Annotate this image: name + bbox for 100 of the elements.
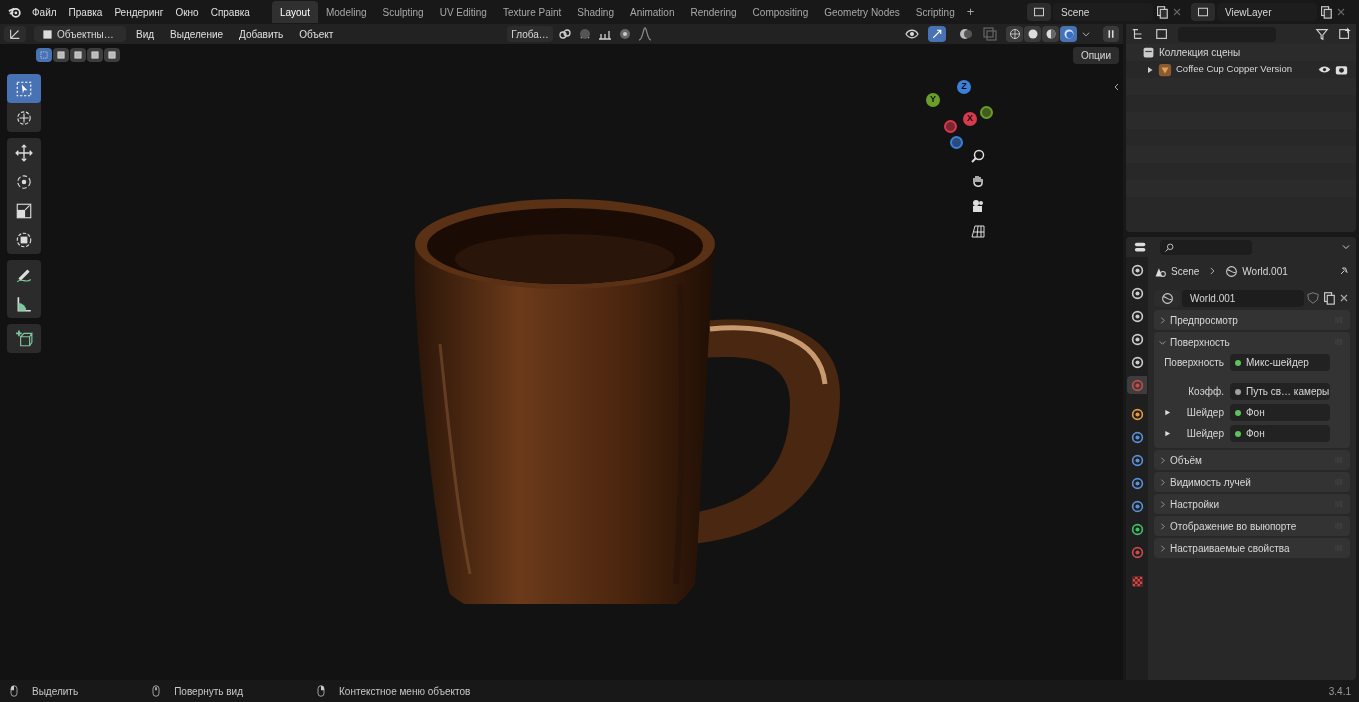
- view-layer-selector[interactable]: [1191, 3, 1215, 21]
- mode-dropdown[interactable]: Объектны…: [34, 26, 126, 42]
- texture-icon: [1130, 574, 1144, 588]
- world-name-field[interactable]: World.001: [1182, 289, 1304, 307]
- globe-icon: [1160, 291, 1174, 305]
- shader-socket-field[interactable]: Микс-шейдер: [1230, 354, 1330, 371]
- camera-icon[interactable]: [970, 198, 986, 214]
- close-icon[interactable]: [1338, 292, 1350, 304]
- header-menu-item[interactable]: Объект: [293, 26, 340, 42]
- gizmo-toggle-button[interactable]: [928, 26, 946, 42]
- filter-mode-icon[interactable]: [1154, 27, 1170, 41]
- scale-icon: [15, 201, 33, 220]
- header-menu-item[interactable]: Вид: [130, 26, 161, 42]
- axis-negative-handle[interactable]: [944, 120, 957, 133]
- header-menu-item[interactable]: Добавить: [233, 26, 290, 42]
- pivot-icon[interactable]: [556, 26, 573, 42]
- search-field[interactable]: [1160, 239, 1252, 255]
- outliner-item[interactable]: Coffee Cup Copper Version: [1176, 62, 1314, 77]
- expand-triangle-icon[interactable]: [1164, 409, 1171, 416]
- workspace-tab[interactable]: UV Editing: [431, 1, 495, 23]
- world-browse-button[interactable]: [1154, 289, 1180, 307]
- menu-item[interactable]: Правка: [62, 2, 109, 22]
- select-mode-button[interactable]: [53, 48, 69, 62]
- pause-icon: [1106, 29, 1116, 39]
- blender-logo-icon[interactable]: [8, 5, 22, 19]
- new-collection-icon[interactable]: [1338, 27, 1352, 41]
- scene-selector[interactable]: [1027, 3, 1051, 21]
- world-tab[interactable]: [1127, 376, 1147, 394]
- pause-button[interactable]: [1103, 26, 1119, 42]
- pin-icon[interactable]: [1338, 265, 1350, 277]
- select-icon: [15, 79, 33, 98]
- header-menu-item[interactable]: Выделение: [164, 26, 230, 42]
- mouse-icon: [150, 685, 163, 697]
- chevron-icon[interactable]: [1158, 315, 1167, 325]
- workspace-tab[interactable]: Compositing: [744, 1, 817, 23]
- select-mode-button[interactable]: [87, 48, 103, 62]
- select-mode-button[interactable]: [104, 48, 120, 62]
- menu-item[interactable]: Окно: [169, 2, 205, 22]
- orientation-dropdown[interactable]: Глоба…: [507, 26, 553, 42]
- shader-socket-field[interactable]: Путь св… камеры: [1230, 383, 1330, 400]
- axis-negative-handle[interactable]: [950, 136, 963, 149]
- overlay-icon[interactable]: [958, 26, 974, 42]
- shading-mode-button[interactable]: [1006, 26, 1023, 42]
- workspace-tab[interactable]: Texture Paint: [494, 1, 570, 23]
- select-mode-button[interactable]: [36, 48, 52, 62]
- axis-z-handle[interactable]: Z: [957, 80, 971, 94]
- close-icon[interactable]: [1335, 6, 1347, 18]
- zoom-icon[interactable]: [970, 148, 986, 164]
- copy-icon[interactable]: [1322, 291, 1336, 305]
- shader-socket-field[interactable]: Фон: [1230, 404, 1330, 421]
- panel-header[interactable]: Поверхность: [1170, 334, 1329, 350]
- axis-y-handle[interactable]: Y: [926, 93, 940, 107]
- close-icon[interactable]: [1171, 6, 1183, 18]
- eye-icon[interactable]: [1318, 63, 1331, 76]
- arrow-icon: [931, 28, 943, 40]
- grid-icon[interactable]: [970, 223, 986, 239]
- chevron-icon[interactable]: [1158, 477, 1167, 487]
- shading-mode-button[interactable]: [1042, 26, 1059, 42]
- view-layer-name-field[interactable]: ViewLayer: [1217, 3, 1317, 21]
- axis-x-handle[interactable]: X: [963, 112, 977, 126]
- copy-icon[interactable]: [1155, 5, 1169, 19]
- workspace-tab[interactable]: Scripting: [907, 1, 963, 23]
- shader-socket-field[interactable]: Фон: [1230, 425, 1330, 442]
- menu-item[interactable]: Справка: [204, 2, 256, 22]
- chevron-icon[interactable]: [1158, 499, 1167, 509]
- chevron-icon[interactable]: [1158, 543, 1167, 553]
- status-hint: Выделить: [32, 684, 79, 699]
- workspace-tab[interactable]: Geometry Nodes: [816, 1, 908, 23]
- workspace-tab[interactable]: Rendering: [682, 1, 745, 23]
- workspace-tab[interactable]: Shading: [569, 1, 622, 23]
- field-label: Коэфф.: [1188, 385, 1225, 399]
- selection-square-icon: [107, 50, 117, 60]
- copy-icon[interactable]: [1319, 5, 1333, 19]
- menu-item[interactable]: Рендеринг: [108, 2, 170, 22]
- select-mode-button[interactable]: [70, 48, 86, 62]
- disclosure-triangle-icon[interactable]: [1146, 65, 1154, 74]
- breadcrumb-item: World.001: [1242, 264, 1288, 279]
- workspace-tab[interactable]: Animation: [622, 1, 683, 23]
- shading-mode-button[interactable]: [1024, 26, 1041, 42]
- editor-type-button[interactable]: [4, 26, 26, 42]
- chevron-icon[interactable]: [1158, 455, 1167, 465]
- expand-triangle-icon[interactable]: [1164, 430, 1171, 437]
- shading-mode-button[interactable]: [1060, 26, 1077, 42]
- workspace-tab[interactable]: Modeling: [317, 1, 375, 23]
- chevron-icon[interactable]: [1158, 521, 1167, 531]
- scene-name-field[interactable]: Scene: [1053, 3, 1153, 21]
- axis-negative-handle[interactable]: [980, 106, 993, 119]
- menu-item[interactable]: Файл: [26, 2, 63, 22]
- selection-square-icon: [73, 50, 83, 60]
- chevron-down-icon[interactable]: [1081, 29, 1091, 39]
- options-dropdown[interactable]: Опции: [1072, 47, 1119, 64]
- workspace-tab[interactable]: Layout: [271, 1, 318, 23]
- move-icon: [15, 143, 33, 162]
- workspace-tab[interactable]: Sculpting: [374, 1, 432, 23]
- field-label: Шейдер: [1186, 406, 1225, 420]
- falloff-icon[interactable]: [636, 26, 653, 42]
- status-hint: Повернуть вид: [174, 684, 244, 699]
- add-workspace-button[interactable]: +: [962, 2, 979, 22]
- filter-icon[interactable]: [1314, 27, 1330, 41]
- camera-icon[interactable]: [1335, 63, 1348, 76]
